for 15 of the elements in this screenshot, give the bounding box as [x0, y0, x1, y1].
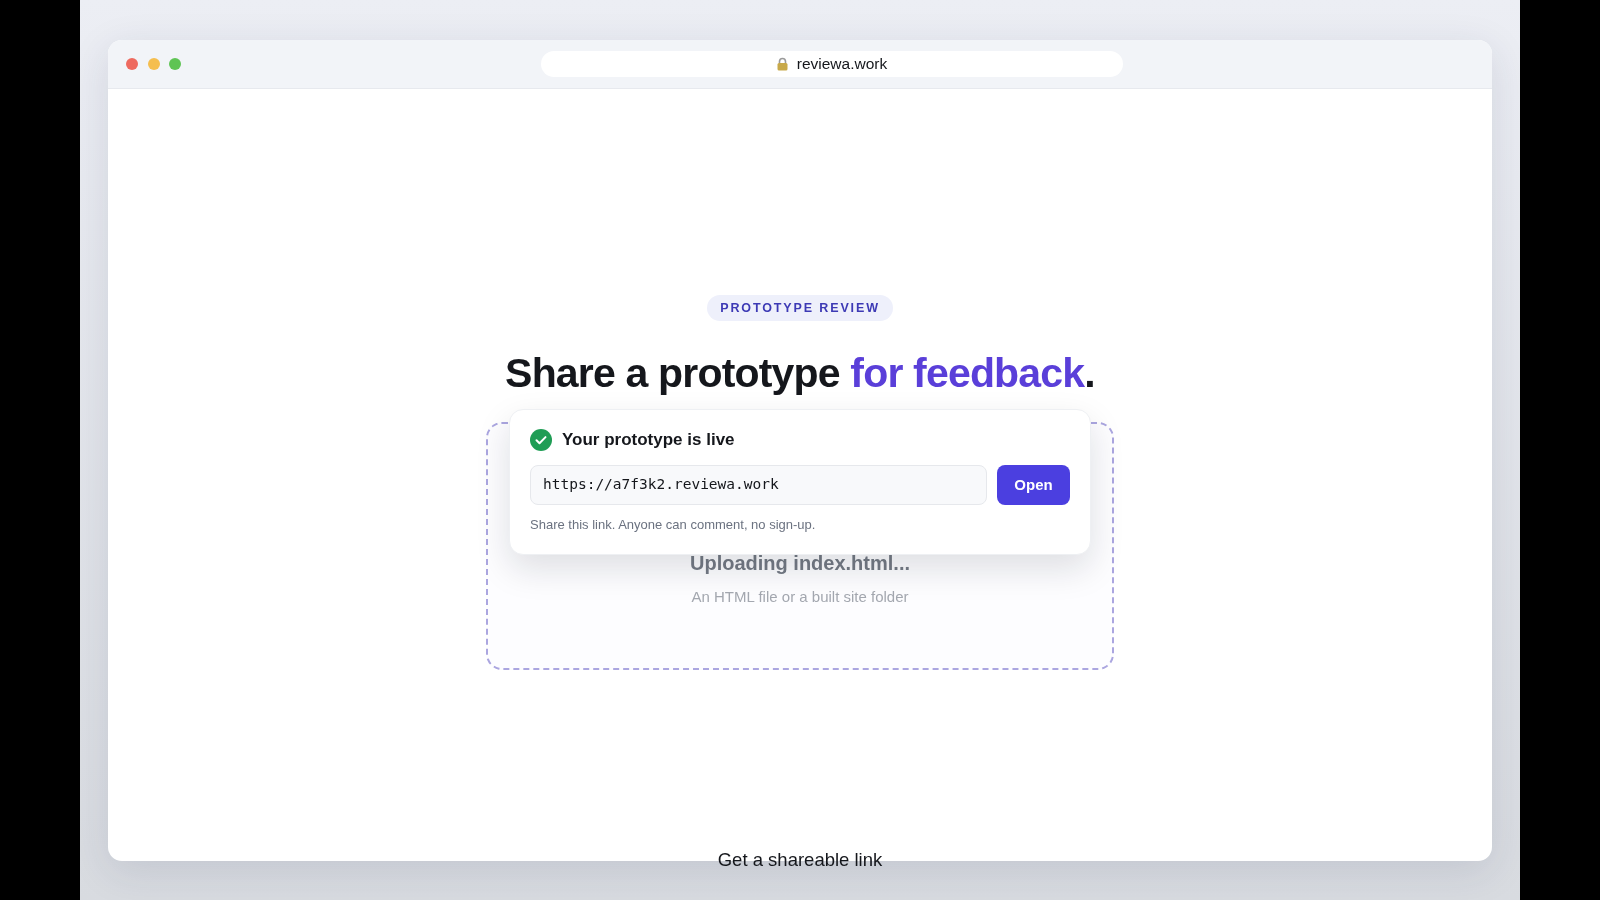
check-circle-icon: [530, 429, 552, 452]
page-heading: Share a prototype for feedback.: [505, 349, 1095, 398]
share-hint: Share this link. Anyone can comment, no sign-up.: [530, 517, 817, 534]
caption-text: Get a shareable link: [716, 848, 884, 872]
lock-icon: [776, 57, 788, 71]
section-badge: PROTOTYPE REVIEW: [707, 295, 893, 321]
url-field[interactable]: https://a7f3k2.reviewa.work: [530, 465, 987, 506]
address-bar[interactable]: reviewa.work: [541, 51, 1123, 77]
window-close-button[interactable]: [126, 58, 138, 70]
card-title: Your prototype is live: [562, 429, 735, 452]
window-minimize-button[interactable]: [147, 58, 160, 70]
upload-status: Uploading index.html...: [690, 551, 910, 576]
open-button[interactable]: Open: [997, 465, 1070, 506]
address-text: reviewa.work: [796, 54, 888, 75]
window-zoom-button[interactable]: [169, 58, 181, 70]
